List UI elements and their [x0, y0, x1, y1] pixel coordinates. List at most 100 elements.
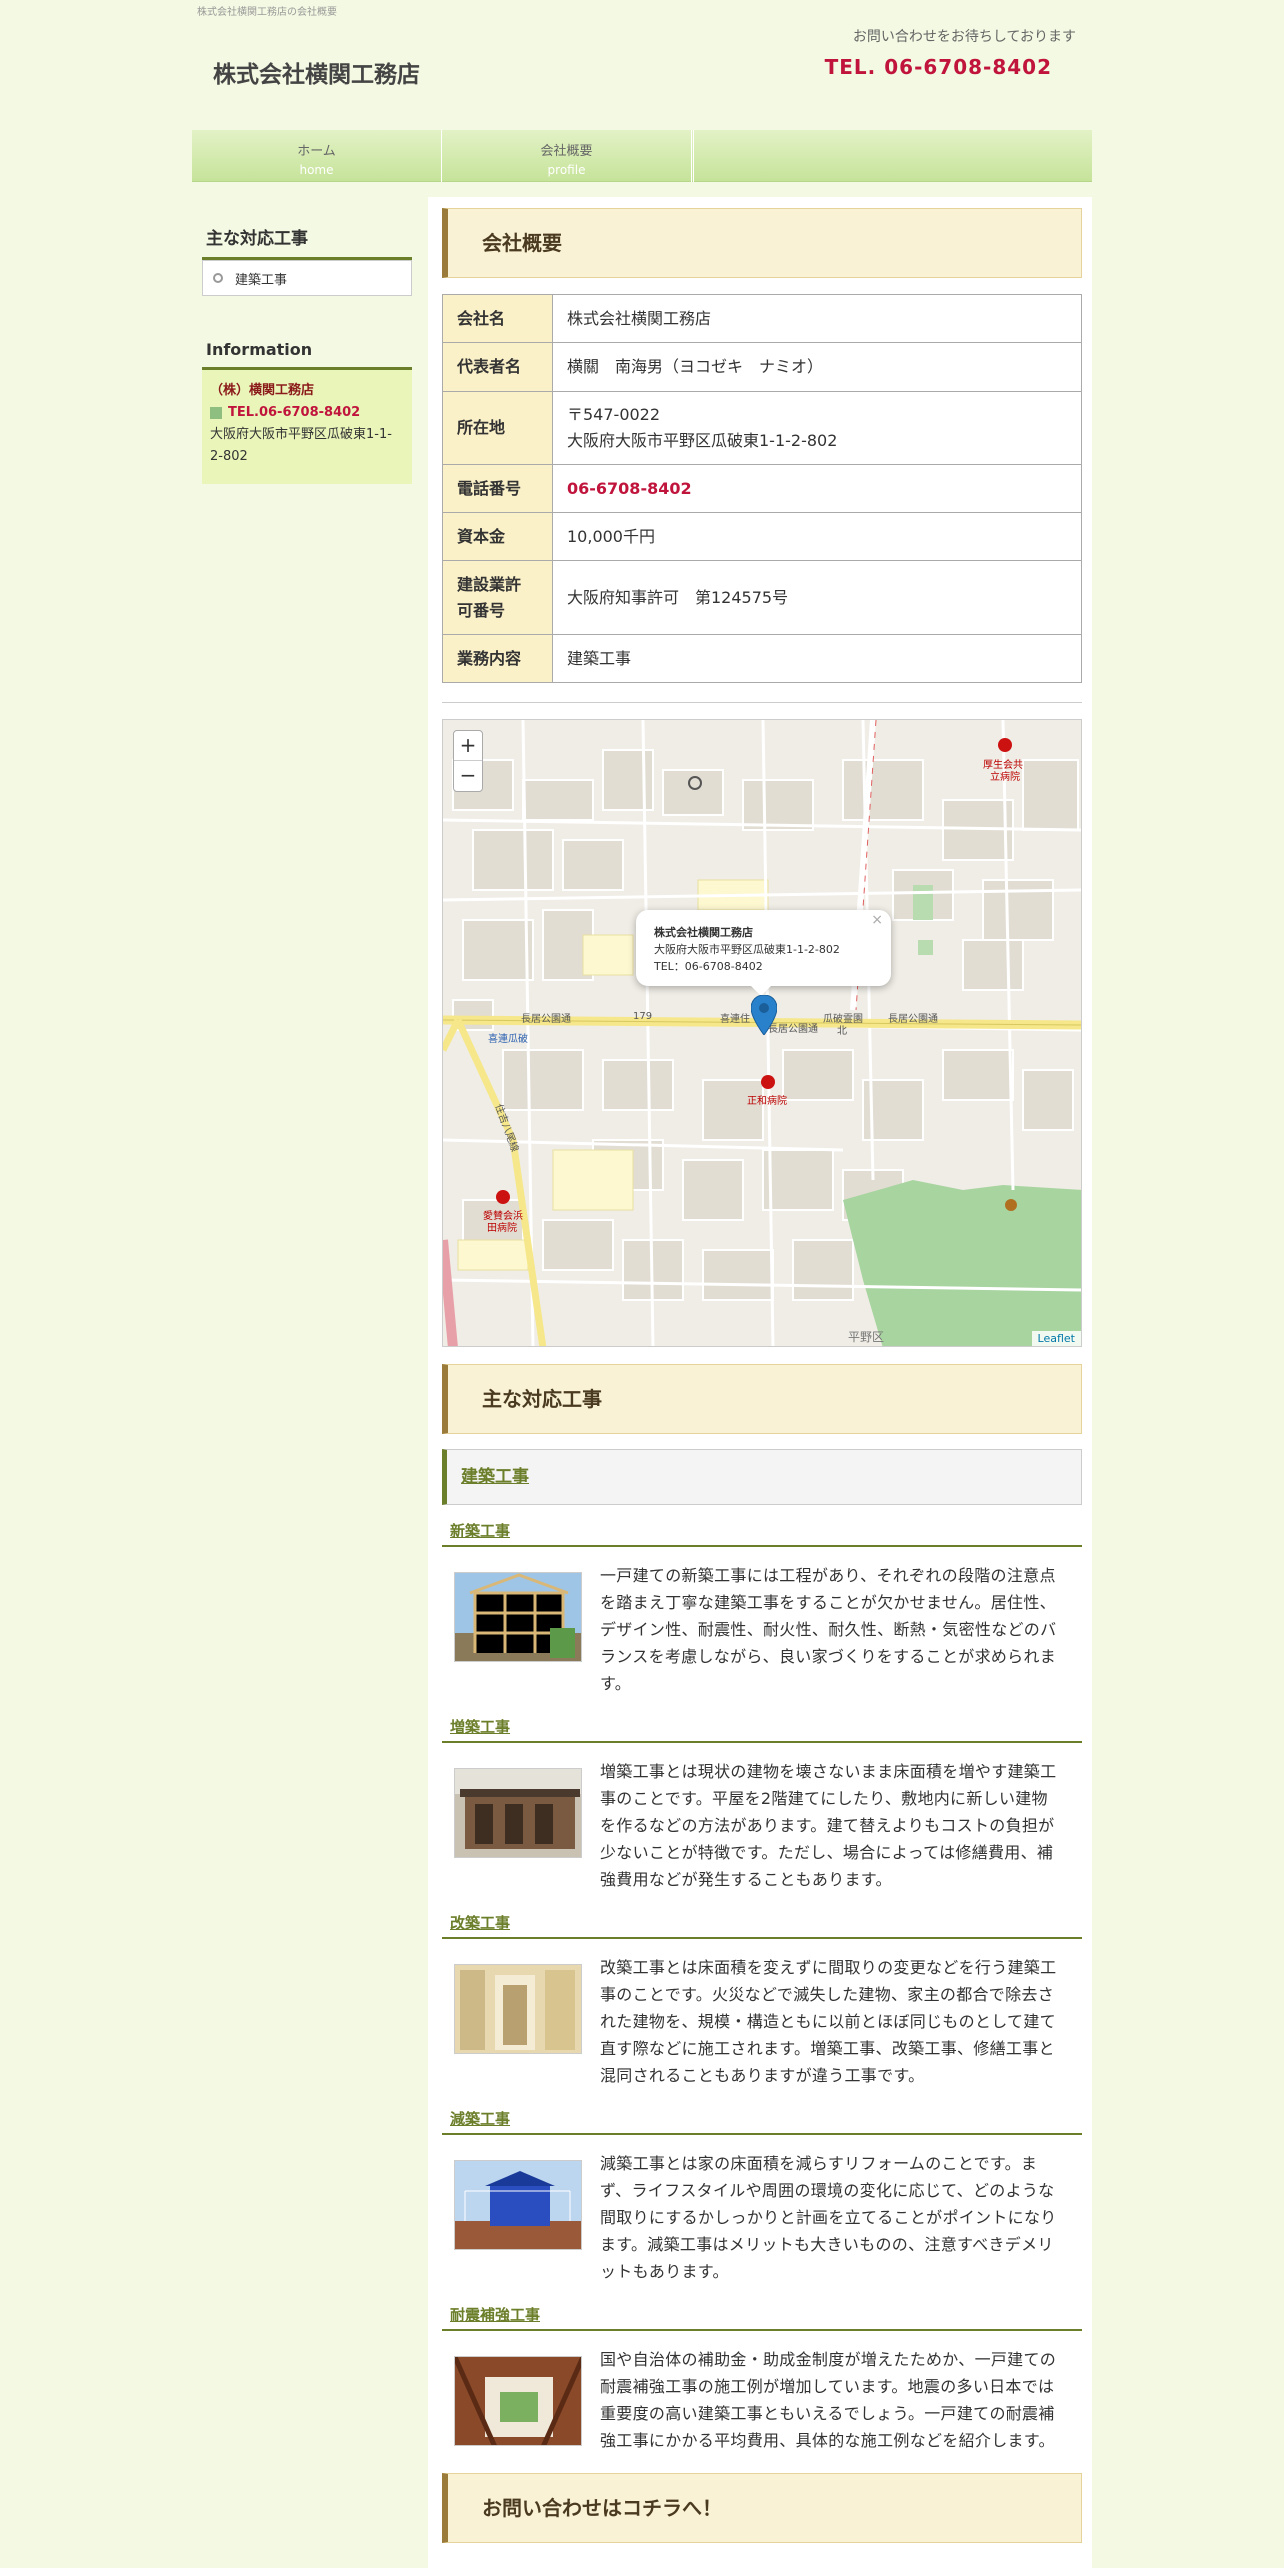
service-link[interactable]: 改築工事	[450, 1914, 510, 1932]
table-row: 資本金 10,000千円	[442, 512, 1082, 561]
description-line: ず、ライフスタイルや周囲の環境の変化に応じて、どのような	[600, 2181, 1055, 2200]
table-key-line: 建設業許	[457, 574, 522, 594]
nav-item-home[interactable]: ホーム home	[192, 130, 442, 182]
description-line: 強工事にかかる平均費用、具体的な施工例などを紹介します。	[600, 2431, 1055, 2450]
popup-close-button[interactable]: ×	[871, 912, 883, 929]
map-label-route: 179	[633, 1011, 653, 1022]
contact-note: お問い合わせをお待ちしております	[852, 29, 1076, 45]
description-line: 増築工事とは現状の建物を壊さないまま床面積を増やす建築工	[600, 1762, 1057, 1781]
contact-tel[interactable]: TEL. 06-6708-8402	[825, 55, 1052, 79]
service-link[interactable]: 新築工事	[450, 1522, 510, 1540]
service-photo	[454, 1768, 582, 1858]
sidebar-info-box: （株）横関工務店 TEL.06-6708-8402 大阪府大阪市平野区瓜破東1-…	[202, 370, 412, 484]
profile-table: 会社名 株式会社横関工務店 代表者名 横關 南海男（ヨコゼキ ナミオ） 所在地 …	[442, 294, 1082, 683]
service-item: 国や自治体の補助金・助成金制度が増えたためか、一戸建ての 耐震補強工事の施工例が…	[442, 2346, 1082, 2486]
popup-tel: TEL：06-6708-8402	[654, 960, 763, 973]
table-value: 株式会社横関工務店	[552, 294, 1082, 343]
global-nav: ホーム home 会社概要 profile	[192, 130, 1092, 182]
map-label-hospital: 立病院	[990, 772, 1020, 783]
table-key: 業務内容	[442, 634, 553, 683]
popup-name: 株式会社横関工務店	[654, 926, 753, 939]
map-label-district: 平野区	[848, 1330, 885, 1344]
service-link[interactable]: 増築工事	[450, 1718, 510, 1736]
service-title: 耐震補強工事	[442, 2304, 1082, 2331]
service-item: 改築工事とは床面積を変えずに間取りの変更などを行う建築工 事のことです。火災など…	[442, 1954, 1082, 2124]
nav-item-profile[interactable]: 会社概要 profile	[442, 130, 692, 182]
map-label-bus: 喜連住	[720, 1014, 750, 1025]
nav-item-profile-sub: profile	[547, 163, 586, 177]
postal-code: 〒547-0022	[567, 405, 661, 424]
sidebar: 主な対応工事 建築工事 Information （株）横関工務店 TEL.06-…	[202, 218, 412, 484]
table-row: 業務内容 建築工事	[442, 634, 1082, 683]
nav-item-home-sub: home	[299, 163, 334, 177]
table-row: 所在地 〒547-0022 大阪府大阪市平野区瓜破東1-1-2-802	[442, 391, 1082, 465]
zoom-control: + −	[453, 730, 483, 792]
table-key: 資本金	[442, 512, 553, 561]
description-line: 耐震補強工事の施工例が増加しています。地震の多い日本では	[600, 2377, 1055, 2396]
description-line: 改築工事とは床面積を変えずに間取りの変更などを行う建築工	[600, 1958, 1057, 1977]
description-line: を踏まえ丁寧な建築工事をすることが欠かせません。居住性、	[600, 1593, 1056, 1612]
service-link[interactable]: 耐震補強工事	[450, 2306, 540, 2324]
table-key-line: 可番号	[457, 600, 506, 620]
map-attribution[interactable]: Leaflet	[1031, 1331, 1081, 1346]
nav-item-profile-label: 会社概要	[540, 144, 593, 159]
category-link[interactable]: 建築工事	[461, 1467, 529, 1487]
services-category-heading: 建築工事	[442, 1449, 1082, 1505]
map-label-station: 喜連瓜破	[488, 1034, 528, 1045]
table-value: 建築工事	[552, 634, 1082, 683]
description-line: 直す際などに施工されます。増築工事、改築工事、修繕工事と	[600, 2039, 1055, 2058]
service-description: 減築工事とは家の床面積を減らすリフォームのことです。ま ず、ライフスタイルや周囲…	[600, 2150, 1076, 2285]
table-value: 大阪府知事許可 第124575号	[552, 560, 1082, 635]
description-line: 間取りにするかしっかりと計画を立てることがポイントになり	[600, 2208, 1057, 2227]
map[interactable]: 厚生会共 立病院 正和病院 愛賛会浜 田病院 長居公園通 長居公園通 長居公園通…	[442, 719, 1082, 1347]
service-item: 減築工事とは家の床面積を減らすリフォームのことです。ま ず、ライフスタイルや周囲…	[442, 2150, 1082, 2320]
description-line: ットもあります。	[600, 2262, 729, 2281]
service-title: 増築工事	[442, 1716, 1082, 1743]
description-line: 一戸建ての新築工事には工程があり、それぞれの段階の注意点	[600, 1566, 1056, 1585]
map-pin-icon[interactable]	[751, 995, 777, 1035]
description-line: 事のことです。火災などで滅失した建物、家主の都合で除去さ	[600, 1985, 1055, 2004]
phone-icon	[210, 406, 222, 419]
service-title: 改築工事	[442, 1912, 1082, 1939]
service-item: 一戸建ての新築工事には工程があり、それぞれの段階の注意点 を踏まえ丁寧な建築工事…	[442, 1562, 1082, 1732]
main-content: 会社概要 会社名 株式会社横関工務店 代表者名 横關 南海男（ヨコゼキ ナミオ）…	[428, 197, 1092, 2568]
nav-item-home-label: ホーム	[297, 144, 336, 159]
section-divider	[442, 702, 1082, 703]
service-description: 増築工事とは現状の建物を壊さないまま床面積を増やす建築工 事のことです。平屋を2…	[600, 1758, 1076, 1893]
zoom-out-button[interactable]: −	[454, 761, 482, 791]
info-tel[interactable]: TEL.06-6708-8402	[228, 405, 360, 420]
service-description: 改築工事とは床面積を変えずに間取りの変更などを行う建築工 事のことです。火災など…	[600, 1954, 1076, 2089]
service-photo	[454, 2356, 582, 2446]
table-row: 代表者名 横關 南海男（ヨコゼキ ナミオ）	[442, 342, 1082, 392]
table-key: 建設業許 可番号	[442, 560, 553, 635]
map-label-road: 長居公園通	[521, 1014, 571, 1025]
service-item: 増築工事とは現状の建物を壊さないまま床面積を増やす建築工 事のことです。平屋を2…	[442, 1758, 1082, 1928]
sidebar-item-building[interactable]: 建築工事	[202, 260, 412, 296]
description-line: 減築工事とは家の床面積を減らすリフォームのことです。ま	[600, 2154, 1038, 2173]
services-heading: 主な対応工事	[442, 1364, 1082, 1434]
nav-divider	[692, 130, 694, 182]
description-line: 国や自治体の補助金・助成金制度が増えたためか、一戸建ての	[600, 2350, 1057, 2369]
zoom-in-button[interactable]: +	[454, 731, 482, 761]
description-line: 事のことです。平屋を2階建てにしたり、敷地内に新しい建物	[600, 1789, 1048, 1808]
table-row: 会社名 株式会社横関工務店	[442, 294, 1082, 343]
site-tagline: 株式会社横関工務店の会社概要	[197, 7, 337, 18]
site-logo[interactable]: 株式会社横関工務店	[213, 55, 420, 89]
description-line: 強費用などが発生することもあります。	[600, 1870, 892, 1889]
description-line: ランスを考慮しながら、良い家づくりをすることが求められま	[600, 1647, 1057, 1666]
table-value: 10,000千円	[552, 512, 1082, 561]
map-label-hospital: 田病院	[487, 1223, 517, 1234]
table-key: 電話番号	[442, 464, 553, 513]
service-link[interactable]: 減築工事	[450, 2110, 510, 2128]
service-description: 国や自治体の補助金・助成金制度が増えたためか、一戸建ての 耐震補強工事の施工例が…	[600, 2346, 1076, 2454]
description-line: 混同されることもありますが違う工事です。	[600, 2066, 925, 2085]
map-label-road: 長居公園通	[888, 1014, 938, 1025]
sidebar-services-title: 主な対応工事	[202, 218, 412, 260]
table-value-tel[interactable]: 06-6708-8402	[552, 464, 1082, 513]
map-label-bus: 北	[837, 1026, 847, 1037]
service-photo	[454, 1964, 582, 2054]
table-row: 電話番号 06-6708-8402	[442, 464, 1082, 513]
table-value: 〒547-0022 大阪府大阪市平野区瓜破東1-1-2-802	[552, 391, 1082, 465]
table-key: 会社名	[442, 294, 553, 343]
description-line: 少ないことが特徴です。ただし、場合によっては修繕費用、補	[600, 1843, 1054, 1862]
